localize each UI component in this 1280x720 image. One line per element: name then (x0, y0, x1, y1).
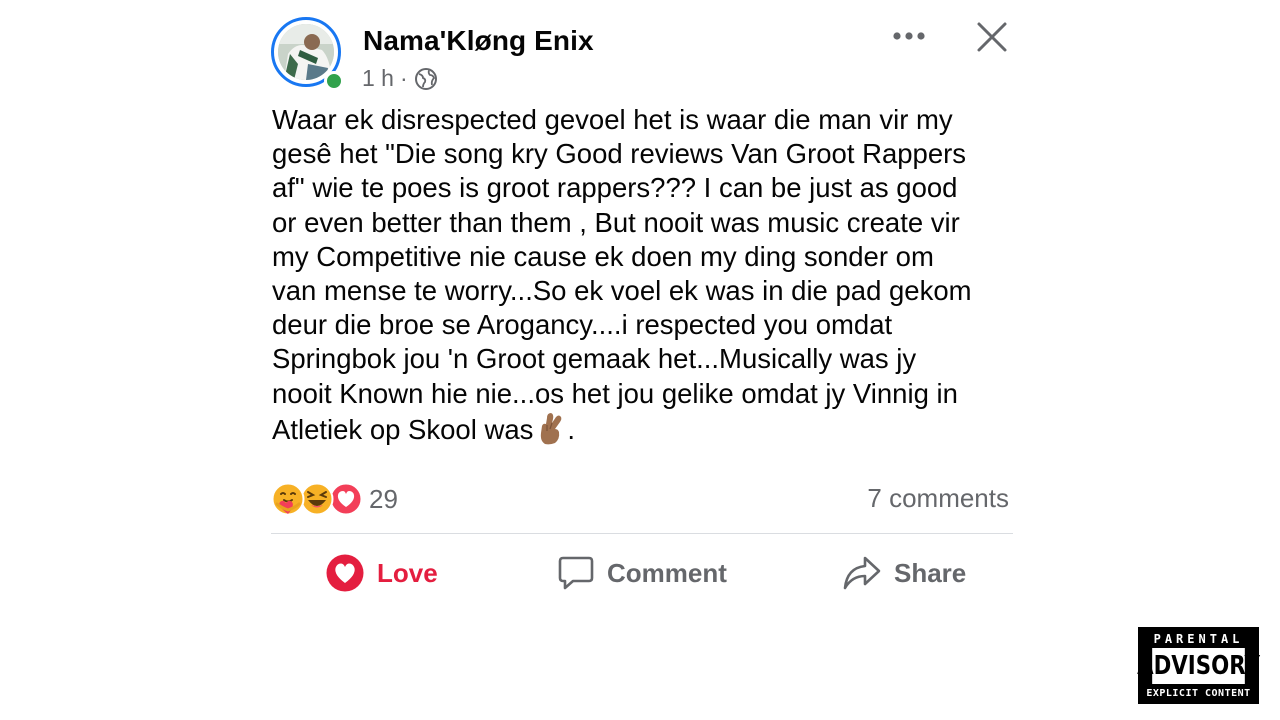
more-options-button[interactable] (891, 20, 927, 52)
haha-reaction-icon (300, 482, 334, 516)
comments-count[interactable]: 7 comments (867, 483, 1009, 514)
comment-button[interactable]: Comment (557, 548, 727, 598)
comment-label: Comment (607, 557, 727, 588)
advisory-bottom-text: EXPLICIT CONTENT (1146, 687, 1251, 699)
reactions-summary[interactable]: 29 (271, 482, 398, 516)
profile-photo (278, 24, 334, 80)
care-reaction-icon (271, 482, 305, 516)
post-meta: 1 h · (362, 65, 438, 92)
crossed-fingers-emoji (535, 411, 567, 453)
advisory-top-text: PARENTAL (1153, 631, 1244, 646)
comment-icon (558, 556, 594, 590)
share-label: Share (894, 557, 967, 588)
reaction-count: 29 (369, 483, 398, 514)
divider (271, 533, 1013, 534)
share-icon (843, 556, 881, 590)
action-bar: Love Comment Share (271, 548, 1013, 598)
love-icon (326, 554, 364, 592)
post-body: Waar ek disrespected gevoel het is waar … (272, 104, 972, 445)
post-text: Waar ek disrespected gevoel het is waar … (272, 103, 1017, 453)
post-text-end: . (567, 413, 576, 445)
close-button[interactable] (971, 16, 1013, 58)
share-button[interactable]: Share (842, 548, 966, 598)
avatar[interactable] (271, 17, 347, 93)
love-reaction-icon (329, 482, 363, 516)
author-name[interactable]: Nama'Kløng Enix (363, 25, 594, 57)
meta-separator: · (399, 65, 408, 91)
love-button[interactable]: Love (325, 548, 438, 598)
reaction-icons (271, 482, 363, 516)
love-label: Love (377, 557, 438, 588)
advisory-middle-text: ADVISORY (1137, 648, 1260, 684)
facebook-post: Nama'Kløng Enix 1 h · Waar ek disrespect… (271, 0, 1013, 620)
close-icon (977, 22, 1007, 52)
more-horizontal-icon (893, 32, 925, 40)
online-status-indicator (324, 71, 344, 91)
globe-icon[interactable] (414, 67, 438, 91)
post-time[interactable]: 1 h (362, 65, 394, 92)
parental-advisory-logo: PARENTAL ADVISORY EXPLICIT CONTENT (1137, 627, 1260, 704)
